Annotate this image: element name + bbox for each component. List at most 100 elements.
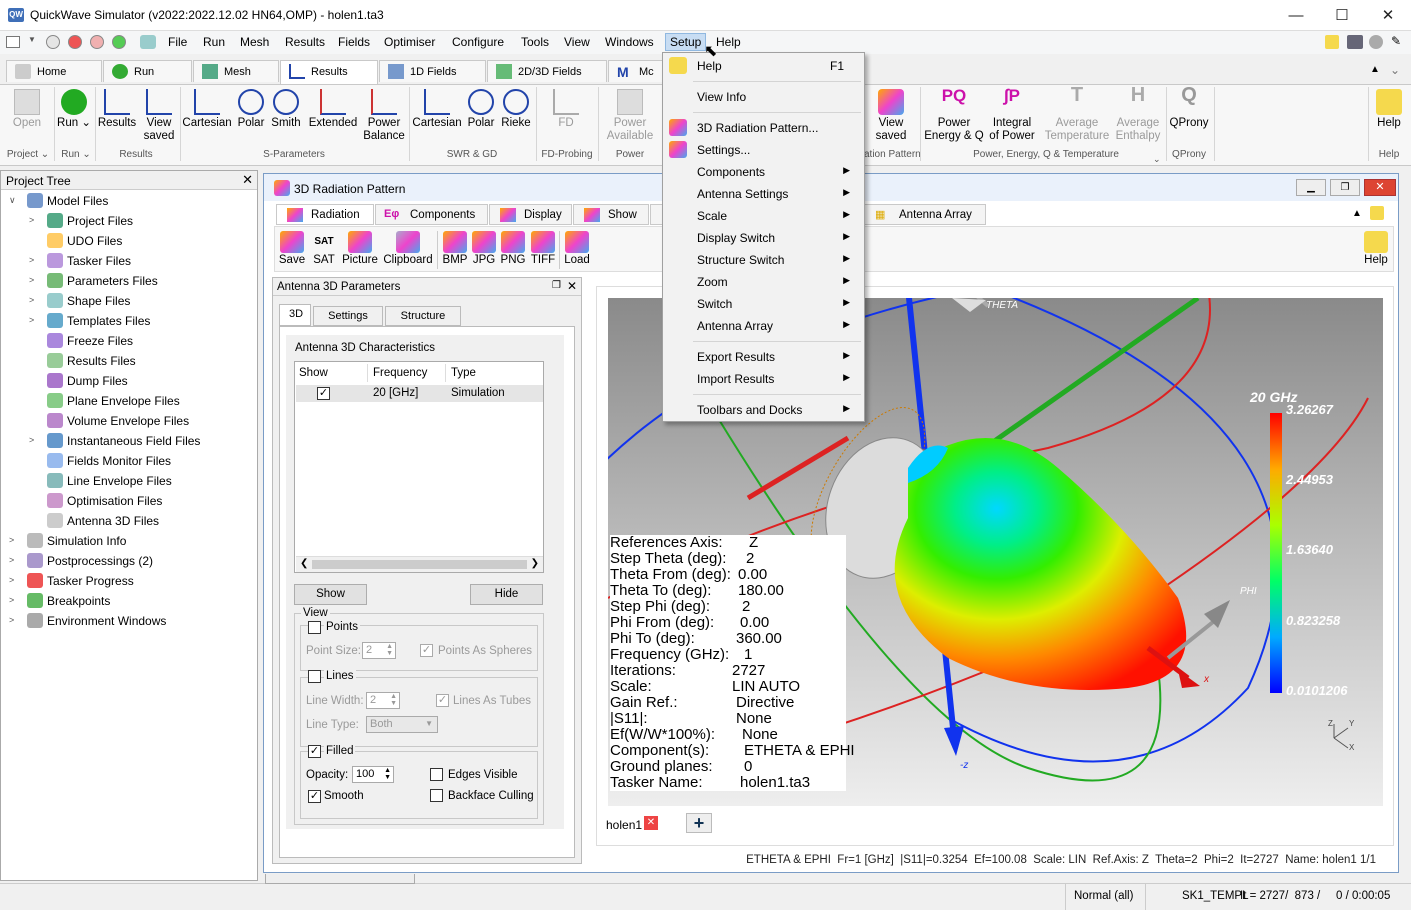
tree-item[interactable]: > Parameters Files [1, 271, 257, 291]
child-close-button[interactable]: ✕ [1364, 179, 1396, 196]
help-ribbon-button[interactable]: Help [1370, 85, 1408, 130]
tree-item[interactable]: Optimisation Files [1, 491, 257, 511]
row-show-checkbox[interactable]: ✓ [317, 387, 330, 400]
tree-item[interactable]: > Tasker Progress [1, 571, 257, 591]
expand-toggle-icon[interactable]: > [29, 435, 39, 445]
menu-setup[interactable]: Setup [665, 33, 707, 51]
cartesian-button[interactable]: Cartesian [181, 85, 233, 130]
expand-toggle-icon[interactable]: > [29, 255, 39, 265]
undock-icon[interactable]: ❐ [552, 280, 561, 291]
expand-icon[interactable]: ⌄ [1390, 63, 1400, 77]
tree-item[interactable]: > Simulation Info [1, 531, 257, 551]
tree-item[interactable]: > Tasker Files [1, 251, 257, 271]
tree-item[interactable]: > Shape Files [1, 291, 257, 311]
setup-menu-item[interactable]: Export Results ▶ [663, 346, 864, 368]
window-menu-icon[interactable] [6, 36, 20, 48]
menu-file[interactable]: File [164, 34, 191, 50]
tab-radiation[interactable]: Radiation [276, 204, 374, 225]
setup-menu-item[interactable]: Import Results ▶ [663, 368, 864, 390]
play-icon[interactable] [112, 35, 126, 49]
pause-icon[interactable] [90, 35, 104, 49]
dialog-launcher-icon[interactable]: ⌄ [1153, 154, 1161, 165]
tab-home[interactable]: Home [6, 60, 102, 82]
lines-as-tubes-checkbox[interactable]: ✓ [436, 694, 449, 707]
integral-power-button[interactable]: ∫P Integral of Power [986, 85, 1038, 143]
scroll-left-icon[interactable]: ❮ [300, 558, 308, 569]
setup-menu-item[interactable]: Zoom ▶ [663, 271, 864, 293]
tab-show[interactable]: Show [573, 204, 649, 225]
hide-button[interactable]: Hide [470, 584, 543, 605]
tab-monitor[interactable]: M Mc [608, 60, 664, 82]
show-button[interactable]: Show [294, 584, 367, 605]
expand-toggle-icon[interactable]: > [9, 615, 19, 625]
setup-menu-item[interactable]: Help F1 [663, 55, 864, 77]
menu-results[interactable]: Results [281, 34, 329, 50]
expand-toggle-icon[interactable]: > [9, 595, 19, 605]
step-back-icon[interactable] [46, 35, 60, 49]
clipboard-button[interactable]: Clipboard [383, 229, 433, 266]
tree-item[interactable]: Dump Files [1, 371, 257, 391]
child-restore-button[interactable]: ❐ [1330, 179, 1360, 196]
edges-visible-checkbox[interactable] [430, 768, 443, 781]
mdi-minimized-strip[interactable] [265, 874, 415, 884]
cartesian-swr-button[interactable]: Cartesian [411, 85, 463, 130]
expand-toggle-icon[interactable]: > [29, 315, 39, 325]
horizontal-scrollbar[interactable]: ❮ ❯ [296, 556, 543, 572]
table-row[interactable]: ✓ 20 [GHz] Simulation [296, 385, 543, 402]
tree-item[interactable]: > Templates Files [1, 311, 257, 331]
tab-antenna-array[interactable]: ▦ Antenna Array [864, 204, 986, 225]
help-icon[interactable] [1325, 35, 1339, 49]
tab-structure[interactable]: Structure [385, 306, 461, 326]
menu-windows[interactable]: Windows [601, 34, 658, 50]
rieke-button[interactable]: Rieke [499, 85, 533, 130]
menu-mesh[interactable]: Mesh [236, 34, 273, 50]
collapse-toolbar-icon[interactable]: ▲ [1352, 208, 1362, 219]
setup-menu-item[interactable]: Components ▶ [663, 161, 864, 183]
menu-optimiser[interactable]: Optimiser [380, 34, 439, 50]
qprony-button[interactable]: Q QProny [1167, 85, 1211, 130]
tab-mesh[interactable]: Mesh [193, 60, 279, 82]
menu-fields[interactable]: Fields [334, 34, 374, 50]
expand-toggle-icon[interactable]: ∨ [9, 195, 19, 206]
menu-tools[interactable]: Tools [517, 34, 553, 50]
smith-button[interactable]: Smith [269, 85, 303, 130]
bmp-button[interactable]: BMP [441, 229, 469, 266]
expand-toggle-icon[interactable]: > [29, 215, 39, 225]
tab-display[interactable]: Display [489, 204, 572, 225]
tree-item[interactable]: ∨ Model Files [1, 191, 257, 211]
spin-arrows-icon[interactable]: ▲ ▼ [386, 643, 393, 657]
extended-button[interactable]: Extended [306, 85, 360, 130]
setup-menu-item[interactable]: 3D Radiation Pattern... [663, 117, 864, 139]
menu-run[interactable]: Run [199, 34, 229, 50]
tree-item[interactable]: Line Envelope Files [1, 471, 257, 491]
line-type-select[interactable]: Both ▼ [366, 716, 438, 733]
setup-menu-item[interactable]: Toolbars and Docks ▶ [663, 399, 864, 421]
close-icon[interactable]: ✕ [567, 279, 577, 293]
menu-configure[interactable]: Configure [448, 34, 508, 50]
tree-item[interactable]: UDO Files [1, 231, 257, 251]
tab-run[interactable]: Run [103, 60, 192, 82]
sat-button[interactable]: SAT SAT [311, 229, 337, 266]
backface-culling-checkbox[interactable] [430, 789, 443, 802]
avg-enthalpy-button[interactable]: H Average Enthalpy [1112, 85, 1164, 143]
setup-menu-item[interactable]: Antenna Settings ▶ [663, 183, 864, 205]
help-icon[interactable] [1370, 206, 1384, 220]
load-button[interactable]: Load [563, 229, 591, 266]
tab-results[interactable]: Results [280, 60, 378, 85]
tab-components[interactable]: Eφ Components [375, 204, 488, 225]
scroll-right-icon[interactable]: ❯ [531, 558, 539, 569]
opacity-spinner[interactable]: 100 ▲ ▼ [352, 766, 394, 783]
tab-1d-fields[interactable]: 1D Fields [379, 60, 486, 82]
expand-toggle-icon[interactable]: > [9, 555, 19, 565]
filled-checkbox[interactable]: ✓ [308, 745, 321, 758]
expand-toggle-icon[interactable]: > [9, 535, 19, 545]
refresh-icon[interactable] [140, 35, 156, 49]
power-balance-button[interactable]: Power Balance [361, 85, 407, 143]
close-icon[interactable]: ✕ [242, 172, 253, 188]
lines-checkbox[interactable] [308, 670, 321, 683]
tiff-button[interactable]: TIFF [529, 229, 557, 266]
spin-arrows-icon[interactable]: ▲ ▼ [390, 693, 397, 707]
www-icon[interactable] [1347, 35, 1363, 49]
help-toolbar-button[interactable]: Help [1361, 229, 1391, 266]
tree-item[interactable]: Freeze Files [1, 331, 257, 351]
